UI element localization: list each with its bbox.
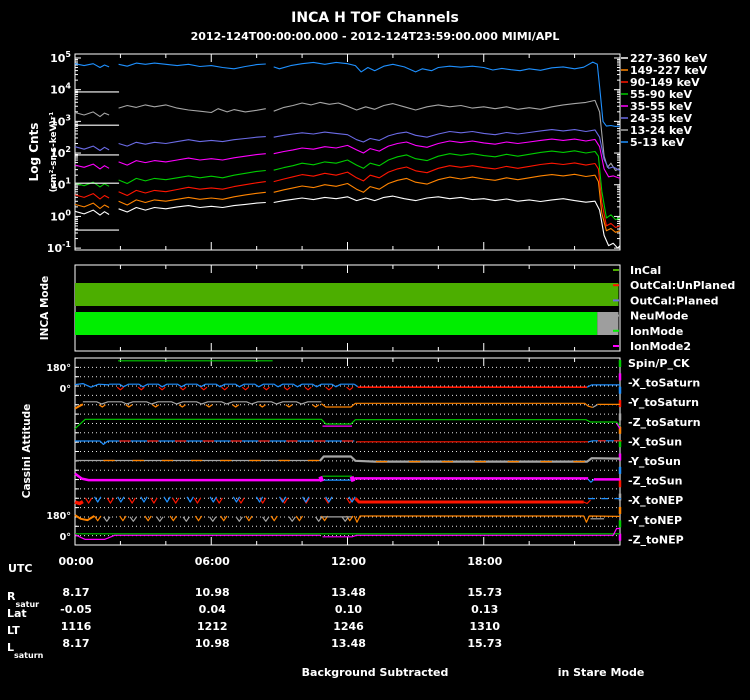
flux-legend-entry: 5-13 keV — [630, 136, 685, 149]
attitude-legend-entry: -Z_toNEP — [628, 533, 684, 546]
ephemeris-value: 0.13 — [471, 603, 498, 616]
attitude-degree-label: 0° — [60, 532, 71, 543]
utc-tick-label: 12:00 — [331, 555, 366, 568]
utc-axis-label: UTC — [8, 562, 33, 575]
mode-legend-entry: IonMode — [630, 325, 683, 338]
attitude-degree-label: 0° — [60, 384, 71, 395]
attitude-trace--z-tosun — [349, 475, 356, 483]
ephemeris-value: 10.98 — [195, 637, 230, 650]
figure-svg: INCA H TOF Channels 2012-124T00:00:00.00… — [0, 0, 750, 700]
attitude-legend-entry: Spin/P_CK — [628, 357, 690, 370]
mode-legend-entry: InCal — [630, 264, 661, 277]
mode-legend-entry: OutCal:Planed — [630, 294, 719, 307]
mode-bar-1-segment — [75, 283, 619, 306]
mode-legend-entry: IonMode2 — [630, 340, 691, 353]
footer-background-subtracted: Background Subtracted — [302, 666, 449, 679]
mode-panel-label: INCA Mode — [39, 276, 51, 340]
ephemeris-row-label: LT — [7, 624, 20, 637]
ephemeris-value: 0.10 — [335, 603, 362, 616]
ephemeris-value: 15.73 — [467, 637, 502, 650]
ephemeris-value: 1116 — [61, 620, 92, 633]
attitude-legend-entry: -Z_toSun — [628, 475, 682, 488]
ephemeris-value: 1310 — [469, 620, 500, 633]
ephemeris-value: -0.05 — [60, 603, 92, 616]
utc-tick-label: 00:00 — [58, 555, 93, 568]
page-title: INCA H TOF Channels — [291, 10, 459, 26]
flux-y-axis-label: Log Cnts — [27, 123, 41, 182]
utc-tick-label: 06:00 — [195, 555, 230, 568]
attitude-legend-entry: -X_toSaturn — [628, 377, 700, 390]
page-subtitle: 2012-124T00:00:00.000 - 2012-124T23:59:0… — [191, 30, 560, 43]
ephemeris-value: 13.48 — [331, 586, 366, 599]
attitude-legend-entry: -Y_toNEP — [628, 514, 682, 527]
utc-tick-label: 18:00 — [467, 555, 502, 568]
footer-stare-mode: in Stare Mode — [558, 666, 645, 679]
ephemeris-value: 8.17 — [62, 637, 89, 650]
ephemeris-row-label: Lat — [7, 607, 27, 620]
attitude-legend-entry: -Y_toSaturn — [628, 396, 699, 409]
attitude-legend-entry: -X_toNEP — [628, 494, 683, 507]
ephemeris-value: 0.04 — [199, 603, 226, 616]
attitude-degree-label: 180° — [46, 511, 71, 522]
attitude-legend-entry: -Y_toSun — [628, 455, 681, 468]
ephemeris-value: 8.17 — [62, 586, 89, 599]
mode-legend-entry: NeuMode — [630, 310, 688, 323]
mode-legend-entry: OutCal:UnPlaned — [630, 279, 735, 292]
attitude-trace--x-tonep — [74, 500, 84, 506]
inca-tof-figure: INCA H TOF Channels 2012-124T00:00:00.00… — [0, 0, 750, 700]
mode-bar-2-segment — [75, 312, 598, 335]
ephemeris-value: 1212 — [197, 620, 228, 633]
ephemeris-value: 1246 — [333, 620, 364, 633]
attitude-legend-entry: -Z_toSaturn — [628, 416, 701, 429]
ephemeris-value: 13.48 — [331, 637, 366, 650]
attitude-degree-label: 180° — [46, 363, 71, 374]
ephemeris-value: 10.98 — [195, 586, 230, 599]
attitude-panel-label: Cassini Attitude — [21, 404, 33, 499]
ephemeris-value: 15.73 — [467, 586, 502, 599]
attitude-legend-entry: -X_toSun — [628, 435, 682, 448]
attitude-trace--z-tosun — [318, 475, 324, 483]
